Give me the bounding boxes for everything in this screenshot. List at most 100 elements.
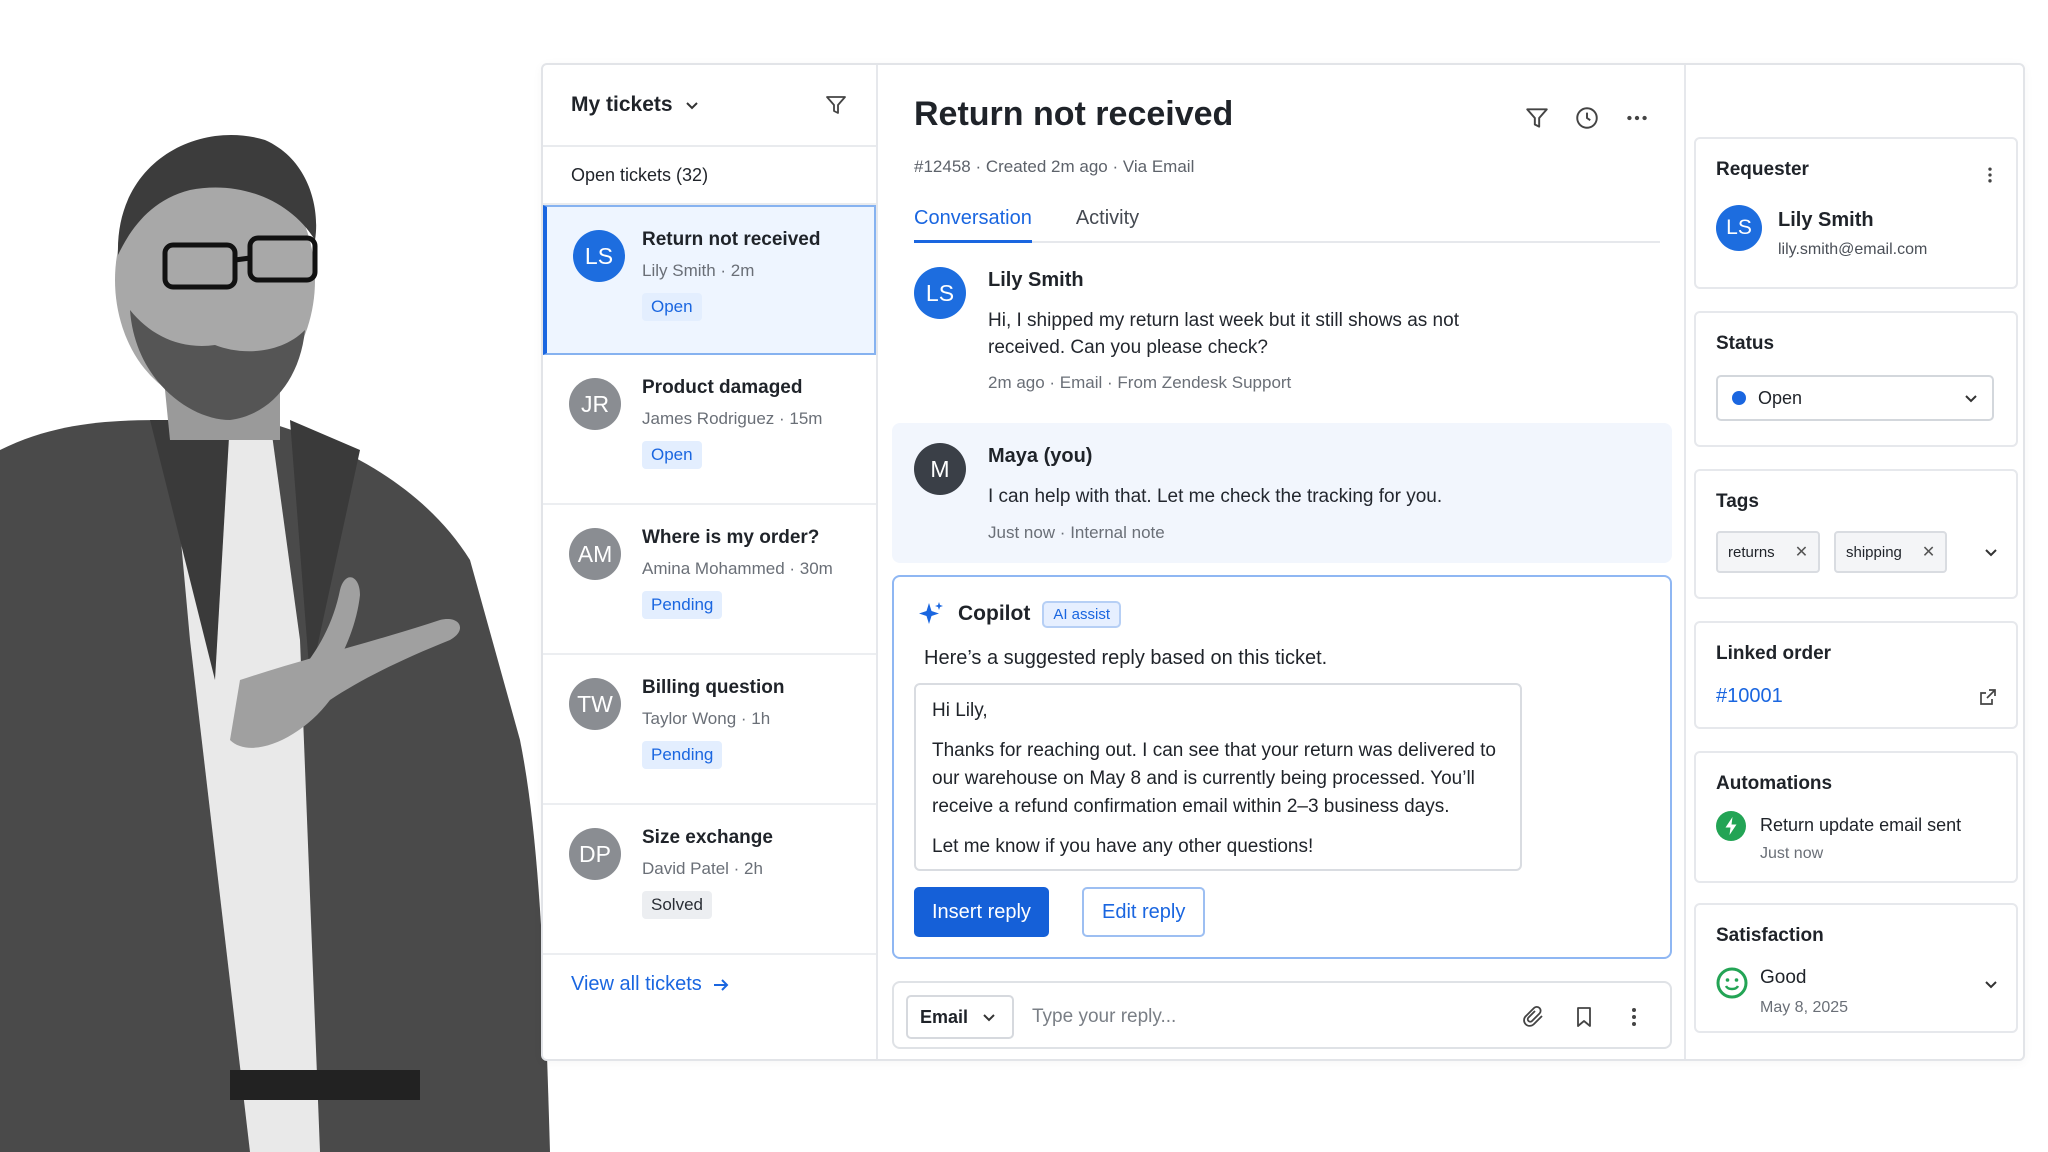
avatar: JR — [569, 378, 621, 430]
avatar: LS — [1716, 205, 1762, 251]
bookmark-icon[interactable] — [1572, 1005, 1596, 1029]
automations-card: Automations Return update email sent Jus… — [1694, 751, 2018, 883]
chevron-down-icon — [1964, 391, 1978, 405]
avatar: LS — [573, 230, 625, 282]
ticket-title: Return not received — [642, 229, 821, 250]
chevron-down-icon[interactable] — [685, 98, 699, 112]
ticket-meta: James Rodriguez · 15m — [642, 409, 823, 428]
ticket-view-dropdown[interactable]: My tickets — [571, 93, 673, 117]
more-vertical-icon[interactable] — [1980, 165, 2000, 185]
avatar: LS — [914, 267, 966, 319]
filter-icon[interactable] — [824, 93, 848, 117]
arrow-right-icon — [712, 976, 730, 994]
copilot-header: Copilot AI assist — [916, 599, 1121, 629]
ticket-title: Size exchange — [642, 827, 773, 848]
more-vertical-icon[interactable] — [1622, 1005, 1646, 1029]
channel-select[interactable]: Email — [906, 995, 1014, 1039]
sparkle-icon — [916, 599, 946, 629]
tag-chip[interactable]: returns ✕ — [1716, 531, 1821, 573]
linked-order-link[interactable]: #10001 — [1716, 685, 1783, 708]
view-all-tickets-link[interactable]: View all tickets — [571, 973, 730, 996]
more-horizontal-icon[interactable] — [1624, 105, 1650, 131]
ticket-item[interactable]: DP Size exchange David Patel · 2h Solved — [543, 805, 876, 955]
status-badge: Pending — [642, 591, 723, 619]
status-badge: Open — [642, 441, 702, 469]
chevron-down-icon[interactable] — [1984, 977, 1998, 991]
status-badge: Solved — [642, 891, 712, 919]
message-body: Hi, I shipped my return last week but it… — [988, 310, 1459, 358]
reply-paragraph: Thanks for reaching out. I can see that … — [932, 740, 1496, 817]
ticket-list-header: My tickets — [543, 65, 876, 147]
channel-label: Email — [920, 1006, 969, 1027]
satisfaction-date: May 8, 2025 — [1760, 999, 1849, 1016]
status-badge: Open — [642, 293, 702, 321]
tab-conversation[interactable]: Conversation — [914, 201, 1032, 243]
requester-email: lily.smith@email.com — [1778, 241, 1928, 258]
chevron-down-icon — [982, 1010, 996, 1024]
message-footer: 2m ago · Email · From Zendesk Support — [988, 373, 1292, 392]
tags-card: Tags returns ✕ shipping ✕ — [1694, 469, 2018, 599]
conversation-tabs: Conversation Activity — [914, 201, 1660, 243]
edit-reply-button[interactable]: Edit reply — [1082, 887, 1206, 937]
avatar: DP — [569, 828, 621, 880]
status-title: Status — [1716, 333, 1775, 354]
ticket-item[interactable]: TW Billing question Taylor Wong · 1h Pen… — [543, 655, 876, 805]
tags-title: Tags — [1716, 491, 1759, 512]
ticket-item[interactable]: JR Product damaged James Rodriguez · 15m… — [543, 355, 876, 505]
satisfaction-card: Satisfaction Good May 8, 2025 — [1694, 903, 2018, 1033]
clock-icon[interactable] — [1574, 105, 1600, 131]
reply-greeting: Hi Lily, — [932, 700, 988, 721]
ai-assist-badge: AI assist — [1042, 600, 1121, 628]
message-footer: Just now · Internal note — [988, 523, 1165, 542]
ticket-title: Product damaged — [642, 377, 803, 398]
presenter-photo — [0, 120, 560, 1152]
ticket-item[interactable]: LS Return not received Lily Smith · 2m O… — [543, 205, 876, 355]
automations-title: Automations — [1716, 773, 1833, 794]
composer-actions — [1522, 1005, 1646, 1029]
ticket-item[interactable]: AM Where is my order? Amina Mohammed · 3… — [543, 505, 876, 655]
ticket-subject: Return not received — [914, 95, 1234, 133]
automation-text: Return update email sent — [1760, 815, 1962, 835]
linked-order-title: Linked order — [1716, 643, 1832, 664]
satisfaction-title: Satisfaction — [1716, 925, 1824, 946]
suggested-reply-box: Hi Lily, Thanks for reaching out. I can … — [914, 683, 1522, 871]
ticket-meta: Taylor Wong · 1h — [642, 709, 771, 728]
ticket-title: Billing question — [642, 677, 785, 698]
conversation-panel: Return not received #12458 · Created 2m … — [878, 65, 1686, 1059]
reply-closing: Let me know if you have any other questi… — [932, 836, 1314, 857]
message-customer: LS Lily Smith Hi, I shipped my return la… — [914, 267, 1614, 397]
status-select[interactable]: Open — [1716, 375, 1994, 421]
automation-time: Just now — [1760, 845, 1824, 862]
requester-card: Requester LS Lily Smith lily.smith@email… — [1694, 137, 2018, 289]
ticket-title: Where is my order? — [642, 527, 820, 548]
tag-label: returns — [1728, 543, 1775, 561]
tab-activity[interactable]: Activity — [1076, 201, 1139, 241]
close-icon[interactable]: ✕ — [1795, 542, 1808, 562]
ticket-list-panel: My tickets Open tickets (32) LS Return n… — [543, 65, 878, 1059]
status-dot-icon — [1732, 391, 1746, 405]
reply-composer: Email — [892, 981, 1672, 1049]
ticket-details-panel: Requester LS Lily Smith lily.smith@email… — [1686, 65, 2025, 1059]
chevron-down-icon[interactable] — [1984, 545, 1998, 559]
tag-label: shipping — [1846, 543, 1902, 561]
reply-input[interactable] — [1032, 997, 1472, 1037]
external-link-icon[interactable] — [1978, 687, 1998, 707]
message-internal-note: M Maya (you) I can help with that. Let m… — [914, 443, 1614, 553]
message-body: I can help with that. Let me check the t… — [988, 486, 1443, 507]
insert-reply-button[interactable]: Insert reply — [914, 887, 1049, 937]
status-badge: Pending — [642, 741, 723, 769]
avatar: AM — [569, 528, 621, 580]
ticket-meta: Lily Smith · 2m — [642, 261, 755, 280]
tag-chip[interactable]: shipping ✕ — [1834, 531, 1948, 573]
copilot-intro: Here’s a suggested reply based on this t… — [924, 647, 1328, 669]
linked-order-card: Linked order #10001 — [1694, 621, 2018, 729]
filter-icon[interactable] — [1524, 105, 1550, 131]
avatar: M — [914, 443, 966, 495]
avatar: TW — [569, 678, 621, 730]
close-icon[interactable]: ✕ — [1922, 542, 1935, 562]
view-all-label: View all tickets — [571, 973, 702, 995]
requester-title: Requester — [1716, 159, 1809, 180]
copilot-title: Copilot — [958, 602, 1031, 625]
paperclip-icon[interactable] — [1522, 1005, 1546, 1029]
ticket-meta: Amina Mohammed · 30m — [642, 559, 833, 578]
